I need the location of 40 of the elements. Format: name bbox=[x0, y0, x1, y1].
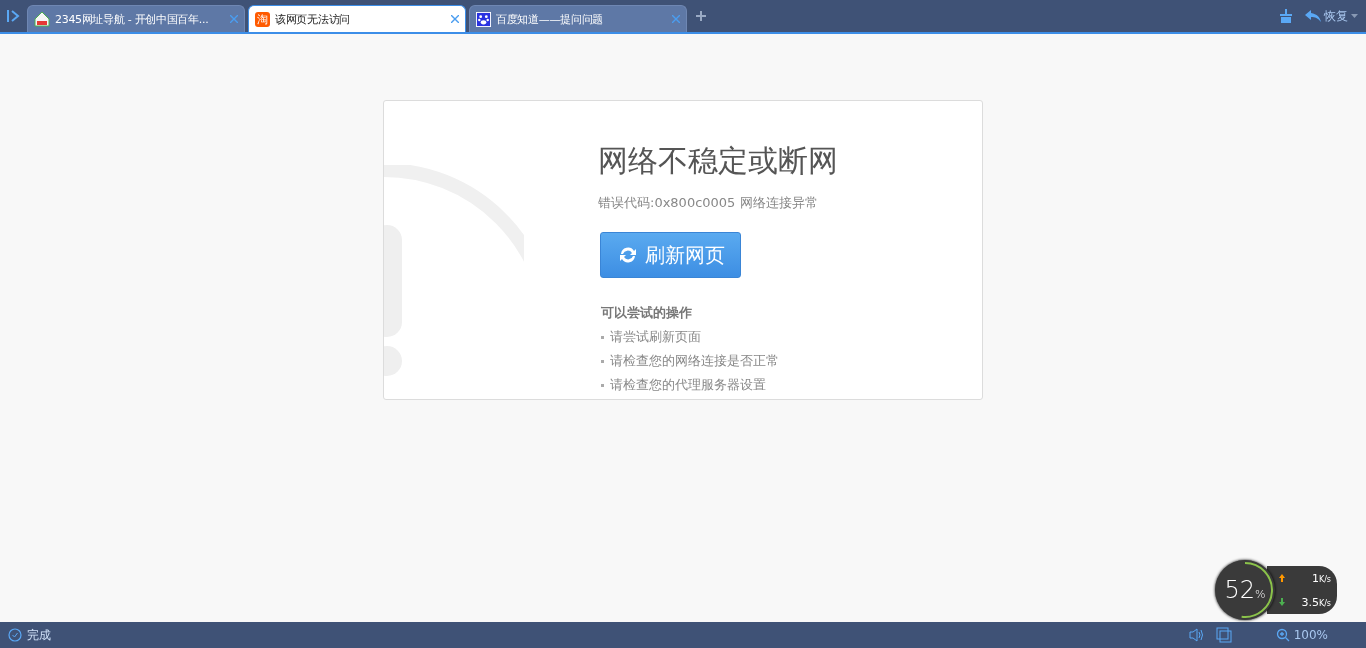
error-title: 网络不稳定或断网 bbox=[598, 142, 838, 180]
browser-tab[interactable]: 百度知道——提问问题 bbox=[469, 5, 687, 32]
shop-icon: 淘 bbox=[255, 11, 270, 27]
restore-button[interactable]: 恢复 bbox=[1305, 7, 1358, 25]
tab-title: 该网页无法访问 bbox=[275, 11, 351, 27]
sidebar-toggle-icon[interactable] bbox=[6, 8, 20, 24]
bullet-icon bbox=[601, 359, 604, 363]
tip-text: 请检查您的网络连接是否正常 bbox=[610, 352, 779, 370]
zoom-icon[interactable] bbox=[1275, 628, 1290, 642]
refresh-button[interactable]: 刷新网页 bbox=[600, 232, 741, 278]
upload-speed: 1K/s bbox=[1311, 571, 1331, 585]
zoom-level[interactable]: 100% bbox=[1293, 628, 1328, 642]
download-arrow-icon bbox=[1279, 598, 1285, 606]
tips-heading: 可以尝试的操作 bbox=[601, 304, 692, 322]
close-icon[interactable] bbox=[672, 15, 680, 23]
broom-icon[interactable] bbox=[1279, 9, 1293, 23]
speaker-icon[interactable] bbox=[1187, 627, 1204, 643]
upload-arrow-icon bbox=[1279, 574, 1285, 582]
browser-tab[interactable]: 淘 该网页无法访问 bbox=[248, 5, 466, 32]
error-code: 错误代码:0x800c0005 网络连接异常 bbox=[598, 194, 818, 212]
close-icon[interactable] bbox=[230, 15, 238, 23]
new-tab-icon[interactable] bbox=[696, 11, 706, 21]
dropdown-caret-icon bbox=[1351, 14, 1358, 18]
check-circle-icon bbox=[8, 628, 22, 642]
windows-icon[interactable] bbox=[1215, 627, 1232, 643]
bullet-icon bbox=[601, 383, 604, 387]
close-icon[interactable] bbox=[451, 15, 459, 23]
tip-text: 请尝试刷新页面 bbox=[610, 328, 701, 346]
undo-icon bbox=[1305, 10, 1321, 22]
bullet-icon bbox=[601, 335, 604, 339]
memory-percent: 52% bbox=[1224, 576, 1266, 604]
browser-tab[interactable]: 2345网址导航 - 开创中国百年... bbox=[27, 5, 245, 32]
paw-icon bbox=[476, 11, 491, 27]
memory-gauge[interactable]: 52% bbox=[1215, 560, 1275, 620]
house-icon bbox=[34, 11, 50, 27]
status-text: 完成 bbox=[27, 626, 51, 644]
tab-title: 百度知道——提问问题 bbox=[496, 11, 604, 27]
tab-title: 2345网址导航 - 开创中国百年... bbox=[55, 11, 210, 27]
download-speed: 3.5K/s bbox=[1301, 595, 1331, 609]
tip-text: 请检查您的代理服务器设置 bbox=[610, 376, 766, 394]
